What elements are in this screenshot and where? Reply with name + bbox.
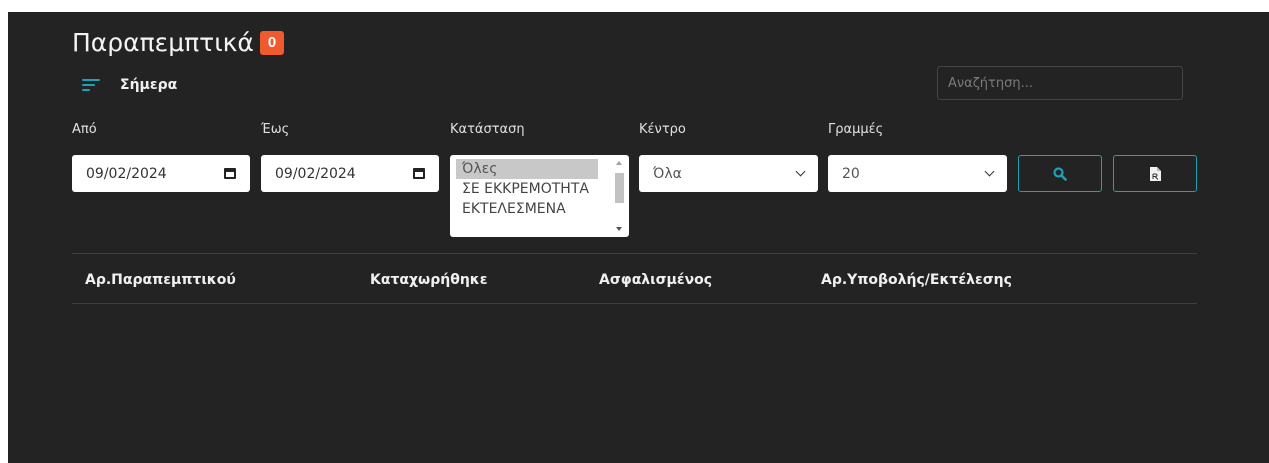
- center-select-value: Όλα: [653, 165, 682, 182]
- center-label: Κέντρο: [639, 122, 686, 137]
- chevron-down-icon: [795, 166, 806, 177]
- to-label: Έως: [261, 122, 290, 137]
- from-label: Από: [72, 122, 97, 137]
- count-badge: 0: [259, 30, 285, 55]
- status-listbox[interactable]: Όλες ΣΕ ΕΚΚΡΕΜΟΤΗΤΑ ΕΚΤΕΛΕΣΜΕΝΑ: [450, 155, 629, 237]
- listbox-scrollbar[interactable]: [614, 159, 625, 233]
- search-input[interactable]: [937, 66, 1183, 100]
- scroll-down-arrow-icon[interactable]: [616, 227, 622, 231]
- date-filter-toggle[interactable]: Σήμερα: [82, 77, 177, 93]
- export-button[interactable]: [1113, 155, 1197, 192]
- filter-list-icon[interactable]: [82, 78, 100, 92]
- page-title: Παραπεμπτικά: [72, 28, 254, 57]
- scroll-up-arrow-icon[interactable]: [616, 161, 622, 165]
- status-label: Κατάσταση: [450, 122, 525, 137]
- table-header-top-divider: [72, 253, 1197, 254]
- scroll-thumb[interactable]: [615, 173, 624, 203]
- status-option-all[interactable]: Όλες: [456, 159, 598, 179]
- status-option-pending[interactable]: ΣΕ ΕΚΚΡΕΜΟΤΗΤΑ: [456, 179, 598, 199]
- to-date-value: 09/02/2024: [275, 165, 356, 182]
- column-header-registered[interactable]: Καταχωρήθηκε: [370, 272, 488, 288]
- column-header-insured[interactable]: Ασφαλισμένος: [599, 272, 712, 288]
- filter-label: Σήμερα: [120, 77, 178, 93]
- from-date-input[interactable]: 09/02/2024: [72, 155, 250, 192]
- column-header-referral-number[interactable]: Αρ.Παραπεμπτικού: [85, 272, 236, 288]
- rows-select[interactable]: 20: [828, 155, 1007, 192]
- table-body: [72, 304, 1197, 454]
- search-button[interactable]: [1018, 155, 1102, 192]
- search-icon: [1053, 166, 1067, 181]
- center-select[interactable]: Όλα: [639, 155, 818, 192]
- calendar-icon[interactable]: [224, 168, 236, 179]
- chevron-down-icon: [984, 166, 995, 177]
- from-date-value: 09/02/2024: [86, 165, 167, 182]
- page-header: Παραπεμπτικά 0: [72, 28, 285, 57]
- rows-label: Γραμμές: [828, 122, 884, 137]
- status-option-executed[interactable]: ΕΚΤΕΛΕΣΜΕΝΑ: [456, 199, 598, 219]
- column-header-submission-number[interactable]: Αρ.Υποβολής/Εκτέλεσης: [821, 272, 1012, 288]
- prescription-file-icon: [1149, 166, 1161, 181]
- rows-select-value: 20: [842, 165, 860, 182]
- referrals-panel: Παραπεμπτικά 0 Σήμερα Από Έως Κατάσταση …: [8, 12, 1269, 463]
- calendar-icon[interactable]: [413, 168, 425, 179]
- to-date-input[interactable]: 09/02/2024: [261, 155, 439, 192]
